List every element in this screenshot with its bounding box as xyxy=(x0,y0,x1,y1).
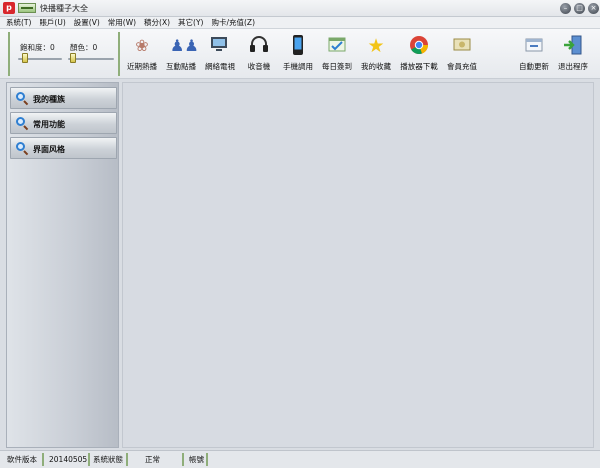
status-divider xyxy=(206,453,208,466)
tv-icon xyxy=(209,35,231,57)
search-icon xyxy=(16,142,29,156)
menu-settings[interactable]: 設置(V) xyxy=(74,17,100,28)
account-label: 帳號 xyxy=(189,455,204,464)
version-value: 20140505 xyxy=(49,455,88,464)
money-icon xyxy=(451,35,473,57)
status-divider xyxy=(42,453,44,466)
radio-button[interactable]: 收音機 xyxy=(237,35,281,75)
system-state-label: 系統狀態 xyxy=(93,455,123,464)
search-icon xyxy=(16,117,29,131)
star-icon: ★ xyxy=(367,35,385,57)
search-icon xyxy=(16,92,29,106)
maximize-button[interactable]: □ xyxy=(574,3,585,14)
mobile-phone-icon xyxy=(287,35,309,57)
menu-recharge[interactable]: 购卡/充值(Z) xyxy=(211,17,255,28)
toolbar: 飽和度：0 顏色：0 ❀ 近期熱播 ♟♟ 互動點播 網絡電視 收音機 手機調用 xyxy=(0,29,600,79)
sidebar-item-common-functions[interactable]: 常用功能 xyxy=(10,112,117,134)
title-bar: p 快播種子大全 – □ × xyxy=(0,0,600,17)
mobile-call-button[interactable]: 手機調用 xyxy=(276,35,320,75)
menu-other[interactable]: 其它(Y) xyxy=(178,17,203,28)
exit-icon xyxy=(562,35,584,57)
color-label: 顏色：0 xyxy=(70,43,98,52)
close-button[interactable]: × xyxy=(588,3,599,14)
vip-recharge-button[interactable]: 會員充值 xyxy=(440,35,484,75)
main-content-area[interactable] xyxy=(122,82,594,448)
update-icon xyxy=(523,35,545,57)
color-slider-thumb[interactable] xyxy=(70,53,76,63)
menu-account[interactable]: 賬戶(U) xyxy=(39,17,65,28)
menu-bar: 系統(T) 賬戶(U) 設置(V) 常用(W) 積分(X) 其它(Y) 购卡/充… xyxy=(0,17,600,29)
sidebar: 我的種族 常用功能 界面风格 xyxy=(6,82,119,448)
daily-checkin-button[interactable]: 每日簽到 xyxy=(315,35,359,75)
chrome-icon xyxy=(408,35,430,57)
status-divider xyxy=(182,453,184,466)
recent-hits-button[interactable]: ❀ 近期熱播 xyxy=(120,35,164,75)
my-favorites-button[interactable]: ★ 我的收藏 xyxy=(354,35,398,75)
logo-icon xyxy=(18,3,36,13)
account-value xyxy=(210,453,213,466)
status-bar: 軟件版本 20140505 系統狀態 正常 帳號 xyxy=(0,450,600,468)
sidebar-item-interface-style[interactable]: 界面风格 xyxy=(10,137,117,159)
minimize-button[interactable]: – xyxy=(560,3,571,14)
menu-common[interactable]: 常用(W) xyxy=(108,17,136,28)
auto-update-button[interactable]: 自動更新 xyxy=(512,35,556,75)
sidebar-item-my-seeds[interactable]: 我的種族 xyxy=(10,87,117,109)
network-tv-button[interactable]: 網絡電視 xyxy=(198,35,242,75)
headphones-icon xyxy=(248,35,270,57)
status-divider xyxy=(126,453,128,466)
film-scatter-icon: ❀ xyxy=(135,36,149,55)
system-state-value: 正常 xyxy=(145,455,160,464)
exit-program-button[interactable]: 退出程序 xyxy=(551,35,595,75)
window-title: 快播種子大全 xyxy=(40,4,88,13)
calendar-icon xyxy=(326,35,348,57)
users-icon: ♟♟ xyxy=(170,36,199,55)
player-download-button[interactable]: 播放器下載 xyxy=(397,35,441,75)
saturation-slider-thumb[interactable] xyxy=(21,53,28,63)
saturation-label: 飽和度：0 xyxy=(20,43,55,52)
menu-points[interactable]: 積分(X) xyxy=(144,17,170,28)
menu-system[interactable]: 系統(T) xyxy=(6,17,31,28)
interactive-vod-button[interactable]: ♟♟ 互動點播 xyxy=(159,35,203,75)
adjust-panel: 飽和度：0 顏色：0 xyxy=(8,32,120,76)
version-label: 軟件版本 xyxy=(7,455,37,464)
app-icon[interactable]: p xyxy=(3,2,15,14)
